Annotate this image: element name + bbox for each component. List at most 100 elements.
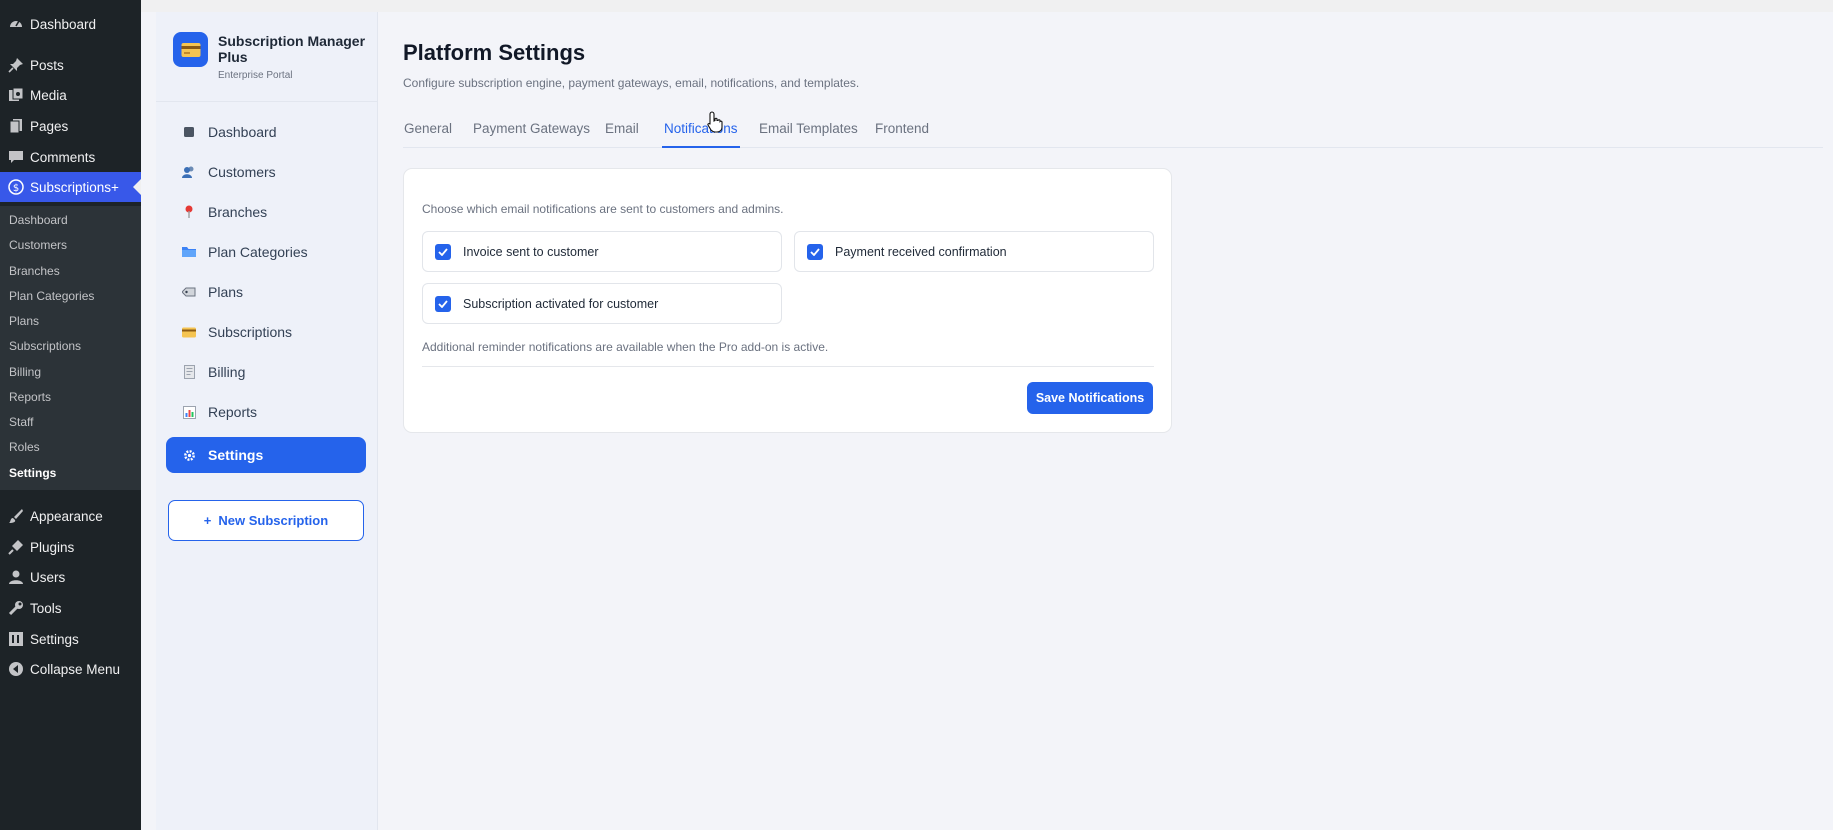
wp-menu-tools[interactable]: Tools [0, 593, 141, 623]
nav-label: Reports [208, 404, 258, 420]
tag-icon [180, 283, 198, 301]
tab-payment-gateways[interactable]: Payment Gateways [473, 116, 590, 148]
tab-frontend[interactable]: Frontend [875, 116, 929, 148]
wp-menu-label: Posts [30, 57, 64, 73]
checkbox-checked[interactable] [807, 243, 823, 260]
wp-admin-sidebar: Dashboard Posts Media Pages Comments $ S… [0, 0, 141, 830]
tab-notifications[interactable]: Notifications [662, 116, 740, 148]
wrench-icon [6, 598, 26, 618]
notifications-card: Choose which email notifications are sen… [403, 168, 1172, 433]
plus-icon: + [203, 513, 212, 528]
credit-card-logo-icon [173, 32, 208, 67]
settings-icon [6, 629, 26, 649]
pro-addon-note: Additional reminder notifications are av… [422, 340, 829, 354]
wp-submenu: Dashboard Customers Branches Plan Catego… [0, 206, 141, 490]
hand-cursor-icon [707, 111, 723, 133]
wp-submenu-subscriptions[interactable]: Subscriptions [9, 339, 81, 353]
wp-menu-label: Appearance [30, 508, 103, 524]
nav-subscriptions[interactable]: Subscriptions [166, 314, 366, 350]
wp-menu-settings[interactable]: Settings [0, 624, 141, 654]
new-subscription-label: New Subscription [218, 513, 329, 528]
wp-menu-plugins[interactable]: Plugins [0, 532, 141, 562]
svg-text:$: $ [13, 183, 19, 194]
option-subscription-activated[interactable]: Subscription activated for customer [422, 283, 782, 324]
brush-icon [6, 506, 26, 526]
folder-icon [180, 243, 198, 261]
wp-menu-media[interactable]: Media [0, 80, 141, 110]
tab-general[interactable]: General [404, 116, 452, 148]
wp-submenu-reports[interactable]: Reports [9, 390, 51, 404]
wp-menu-pages[interactable]: Pages [0, 111, 141, 141]
nav-label: Branches [208, 204, 268, 220]
wp-submenu-plans[interactable]: Plans [9, 314, 39, 328]
nav-branches[interactable]: Branches [166, 194, 366, 230]
wp-menu-label: Subscriptions+ [30, 179, 119, 195]
gear-icon [180, 446, 198, 464]
wp-menu-subscriptions[interactable]: $ Subscriptions+ [0, 172, 141, 202]
option-invoice-sent[interactable]: Invoice sent to customer [422, 231, 782, 272]
tab-email[interactable]: Email [605, 116, 639, 148]
wp-submenu-customers[interactable]: Customers [9, 238, 67, 252]
wp-menu-label: Comments [30, 149, 96, 165]
wp-menu-users[interactable]: Users [0, 562, 141, 592]
wp-menu-appearance[interactable]: Appearance [0, 501, 141, 531]
brand-name: Subscription Manager Plus [218, 33, 366, 65]
nav-billing[interactable]: Billing [166, 354, 366, 390]
wp-submenu-dashboard[interactable]: Dashboard [9, 213, 68, 227]
checkbox-checked[interactable] [435, 295, 451, 312]
save-notifications-button[interactable]: Save Notifications [1027, 382, 1153, 414]
new-subscription-button[interactable]: + New Subscription [168, 500, 364, 541]
nav-plans[interactable]: Plans [166, 274, 366, 310]
wp-submenu-settings[interactable]: Settings [9, 466, 56, 480]
nav-label: Settings [208, 447, 264, 463]
admin-bar-gap [141, 0, 1833, 12]
page-title: Platform Settings [403, 40, 586, 65]
option-label: Subscription activated for customer [463, 296, 659, 311]
nav-customers[interactable]: Customers [166, 154, 366, 190]
wp-menu-label: Collapse Menu [30, 661, 121, 677]
page-icon [6, 116, 26, 136]
receipt-icon [180, 363, 198, 381]
wp-menu-dashboard[interactable]: Dashboard [0, 9, 141, 39]
wp-submenu-branches[interactable]: Branches [9, 264, 60, 278]
dashboard-square-icon [180, 123, 198, 141]
settings-tabs: General Payment Gateways Email Notificat… [403, 116, 1823, 148]
nav-label: Billing [208, 364, 246, 380]
nav-label: Plan Categories [208, 244, 308, 260]
nav-reports[interactable]: Reports [166, 394, 366, 430]
nav-plan-categories[interactable]: Plan Categories [166, 234, 366, 270]
dollar-icon: $ [6, 177, 26, 197]
plug-icon [6, 537, 26, 557]
media-icon [6, 85, 26, 105]
checkbox-checked[interactable] [435, 243, 451, 260]
notifications-description: Choose which email notifications are sen… [422, 202, 784, 216]
wp-submenu-roles[interactable]: Roles [9, 440, 40, 454]
page-description: Configure subscription engine, payment g… [403, 76, 860, 90]
comment-icon [6, 147, 26, 167]
wp-menu-collapse[interactable]: Collapse Menu [0, 654, 141, 684]
pushpin-icon [180, 203, 198, 221]
wp-submenu-billing[interactable]: Billing [9, 365, 41, 379]
nav-dashboard[interactable]: Dashboard [166, 114, 366, 150]
tab-email-templates[interactable]: Email Templates [759, 116, 858, 148]
wp-menu-label: Tools [30, 600, 62, 616]
wp-menu-label: Pages [30, 118, 69, 134]
pin-icon [6, 55, 26, 75]
wp-menu-label: Media [30, 87, 67, 103]
customers-icon [180, 163, 198, 181]
option-payment-received[interactable]: Payment received confirmation [794, 231, 1154, 272]
option-label: Payment received confirmation [835, 244, 1007, 259]
wp-submenu-staff[interactable]: Staff [9, 415, 33, 429]
nav-label: Plans [208, 284, 244, 300]
nav-label: Subscriptions [208, 324, 293, 340]
nav-settings[interactable]: Settings [166, 437, 366, 473]
wp-menu-label: Plugins [30, 539, 75, 555]
wp-menu-posts[interactable]: Posts [0, 50, 141, 80]
wp-menu-comments[interactable]: Comments [0, 142, 141, 172]
user-icon [6, 567, 26, 587]
wp-menu-label: Dashboard [30, 16, 97, 32]
gauge-icon [6, 14, 26, 34]
brand-subtitle: Enterprise Portal [218, 70, 293, 81]
credit-card-icon [180, 323, 198, 341]
wp-submenu-plan-categories[interactable]: Plan Categories [9, 289, 94, 303]
